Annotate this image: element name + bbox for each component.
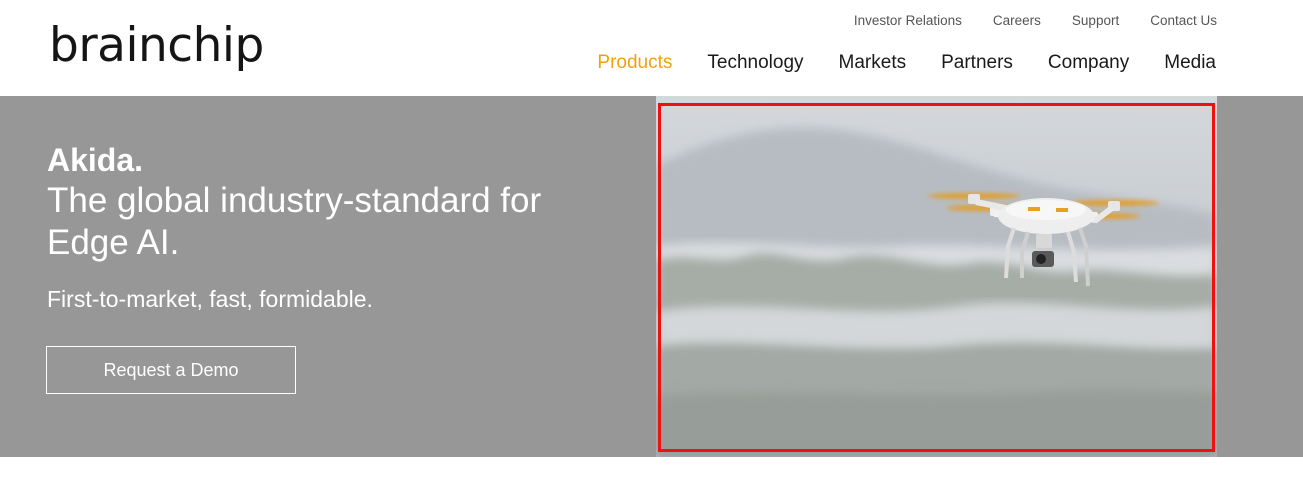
- main-nav: Products Technology Markets Partners Com…: [597, 51, 1216, 75]
- utility-nav: Investor Relations Careers Support Conta…: [854, 12, 1217, 30]
- nav-item-markets[interactable]: Markets: [839, 51, 907, 75]
- nav-item-company[interactable]: Company: [1048, 51, 1129, 75]
- nav-link-contact-us[interactable]: Contact Us: [1150, 12, 1217, 30]
- hero-text-block: Akida. The global industry-standard for …: [47, 140, 567, 314]
- hero-banner: Akida. The global industry-standard for …: [0, 96, 1303, 457]
- nav-item-products[interactable]: Products: [597, 51, 672, 75]
- nav-link-support[interactable]: Support: [1072, 12, 1119, 30]
- hero-tagline: The global industry-standard for Edge AI…: [47, 181, 542, 262]
- nav-link-careers[interactable]: Careers: [993, 12, 1041, 30]
- request-demo-button[interactable]: Request a Demo: [46, 346, 296, 394]
- drone-photo: [656, 96, 1217, 457]
- nav-item-partners[interactable]: Partners: [941, 51, 1013, 75]
- hero-subheading: First-to-market, fast, formidable.: [47, 286, 373, 312]
- site-header: brainchip Investor Relations Careers Sup…: [0, 0, 1303, 96]
- nav-item-media[interactable]: Media: [1164, 51, 1216, 75]
- hero-heading: Akida.: [47, 142, 144, 178]
- nav-item-technology[interactable]: Technology: [707, 51, 803, 75]
- nav-link-investor-relations[interactable]: Investor Relations: [854, 12, 962, 30]
- brainchip-logo[interactable]: brainchip: [49, 16, 264, 76]
- hero-drone-image: [656, 96, 1217, 457]
- page: brainchip Investor Relations Careers Sup…: [0, 0, 1303, 493]
